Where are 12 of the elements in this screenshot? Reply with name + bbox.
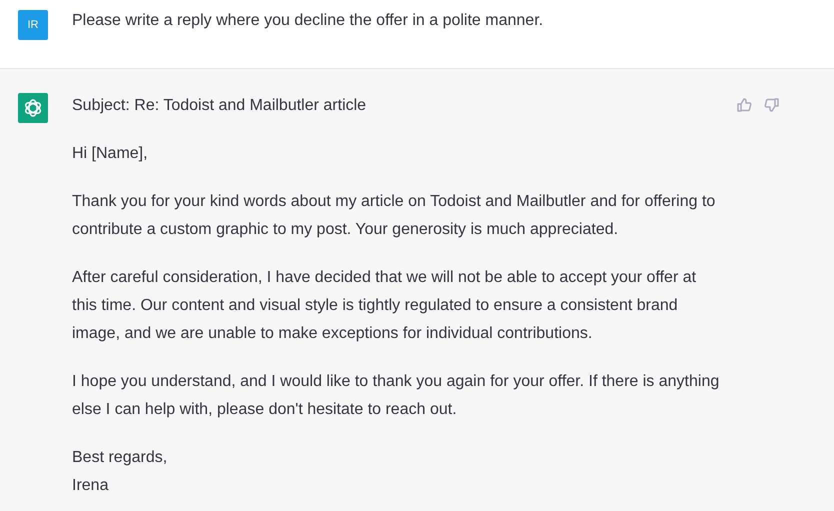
reply-text: Thank you for your kind words about my article on Todoist and Mailbutler and for offering to contribute a custom graphic to my post. Your generosity is much appreciated. xyxy=(72,193,716,238)
thumbs-up-icon[interactable] xyxy=(736,97,752,113)
reply-text: Subject: Re: Todoist and Mailbutler article xyxy=(72,97,366,114)
reply-text: I hope you understand, and I would like to thank you again for your offer. If there is anything else I can help with, please don't hesitate to reach out. xyxy=(72,373,720,418)
reply-text: After careful consideration, I have decided that we will not be able to accept your offer at this time. Our content and visual style is tightly regulated to ensure a consistent brand image, and we are unable to make exceptions for individual contributions. xyxy=(72,269,696,342)
assistant-logo-icon xyxy=(18,93,48,123)
user-avatar: IR xyxy=(18,10,48,40)
thumbs-down-icon[interactable] xyxy=(764,97,780,113)
reply-text: Hi [Name], xyxy=(72,145,148,162)
user-message: Please write a reply where you decline the offer in a polite manner. xyxy=(72,11,544,31)
reply-text: Best regards, xyxy=(72,449,168,466)
reply-text: Irena xyxy=(72,477,108,494)
